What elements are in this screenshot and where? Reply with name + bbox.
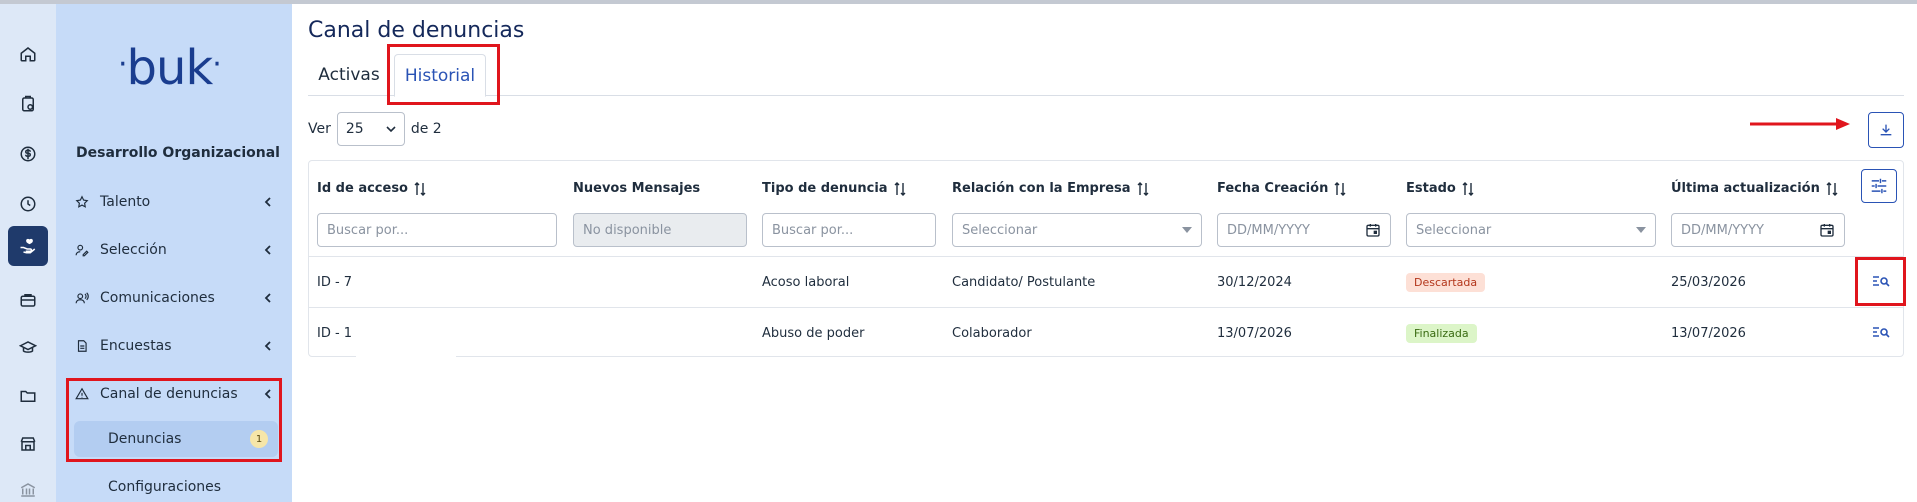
page-title: Canal de denuncias [308,18,525,43]
sort-icon[interactable] [414,181,426,196]
hand-heart-icon[interactable] [8,226,48,266]
filter-nuevos-mensajes-disabled: No disponible [573,213,747,247]
sidebar-subitem-denuncias[interactable]: Denuncias 1 [74,421,278,457]
cell-id: ID - 7 [317,257,457,307]
tab-historial[interactable]: Historial [394,54,486,97]
bank-icon[interactable] [8,470,48,502]
briefcase-icon[interactable] [8,280,48,320]
clipboard-clock-icon[interactable] [8,84,48,124]
cell-ultima-actualizacion: 13/07/2026 [1671,325,1746,341]
warning-icon [74,386,90,402]
sidebar-subitem-label: Configuraciones [108,479,222,495]
sort-icon[interactable] [1462,181,1474,196]
filter-estado-select[interactable]: Seleccionar [1406,213,1656,247]
home-icon[interactable] [8,34,48,74]
user-broadcast-icon [74,290,90,306]
graduation-cap-icon[interactable] [8,328,48,368]
calendar-icon[interactable] [1365,222,1381,238]
sort-icon[interactable] [1826,181,1838,196]
cell-id: ID - 1 [317,308,457,358]
sort-icon[interactable] [1137,181,1149,196]
column-settings-button[interactable] [1861,169,1897,203]
column-header-fecha-creacion[interactable]: Fecha Creación [1217,181,1346,196]
column-header-estado[interactable]: Estado [1406,181,1474,196]
sidebar-item-label: Selección [100,242,167,258]
pagination-control: Ver 25 de 2 [308,112,442,146]
sidebar-item-talento[interactable]: Talento [74,187,274,217]
sidebar-item-label: Canal de denuncias [100,386,238,402]
chevron-left-icon [264,293,271,303]
column-header-id[interactable]: Id de acceso [317,181,426,196]
pagination-prefix: Ver [308,121,331,137]
chevron-left-icon [264,341,271,351]
chevron-left-icon [264,389,271,399]
sidebar-item-label: Encuestas [100,338,172,354]
view-detail-icon[interactable] [1872,325,1890,339]
cell-fecha-creacion: 30/12/2024 [1217,274,1292,290]
denuncias-table: Id de acceso Nuevos Mensajes Tipo de den… [308,160,1904,358]
clock-icon[interactable] [8,184,48,224]
column-header-relacion[interactable]: Relación con la Empresa [952,181,1149,196]
sidebar-subitem-label: Denuncias [108,431,182,447]
filter-relacion-select[interactable]: Seleccionar [952,213,1202,247]
buk-logo[interactable]: ·buk· [118,40,222,96]
cell-tipo: Acoso laboral [762,274,850,290]
star-icon [74,194,90,210]
chevron-left-icon [264,197,271,207]
annotation-arrow [1750,118,1850,130]
store-icon[interactable] [8,424,48,464]
table-row: ID - 1 Abuso de poder Colaborador 13/07/… [309,307,1903,358]
section-title: Desarrollo Organizacional [76,145,280,161]
sidebar: ·buk· Desarrollo Organizacional Talento … [56,4,292,502]
dropdown-caret-icon [1182,227,1192,233]
cell-tipo: Abuso de poder [762,325,865,341]
sort-icon[interactable] [894,181,906,196]
sidebar-item-comunicaciones[interactable]: Comunicaciones [74,283,274,313]
sidebar-subitem-configuraciones[interactable]: Configuraciones [74,469,278,502]
redacted-block [356,257,457,307]
filter-id-input[interactable]: Buscar por... [317,213,557,247]
chevron-left-icon [264,245,271,255]
column-header-nuevos-mensajes: Nuevos Mensajes [573,181,701,196]
sidebar-item-canal-de-denuncias[interactable]: Canal de denuncias [74,379,274,409]
pagination-suffix: de 2 [410,121,442,137]
filter-ultima-actualizacion-input[interactable]: DD/MM/YYYY [1671,213,1845,247]
page-size-select[interactable]: 25 [336,112,405,146]
sidebar-item-seleccion[interactable]: Selección [74,235,274,265]
filter-fecha-creacion-input[interactable]: DD/MM/YYYY [1217,213,1391,247]
sidebar-item-encuestas[interactable]: Encuestas [74,331,274,361]
chevron-down-icon [386,126,396,133]
user-pen-icon [74,242,90,258]
download-button[interactable] [1868,112,1904,148]
calendar-icon[interactable] [1819,222,1835,238]
tab-bar: Activas Historial [308,54,1904,97]
folder-icon[interactable] [8,376,48,416]
download-icon [1880,124,1892,136]
sidebar-item-label: Talento [100,194,151,210]
status-badge: Descartada [1406,272,1486,292]
column-header-tipo[interactable]: Tipo de denuncia [762,181,906,196]
filter-tipo-input[interactable]: Buscar por... [762,213,936,247]
cell-estado: Descartada [1406,257,1486,307]
cell-estado: Finalizada [1406,308,1477,358]
document-icon [74,338,90,354]
redacted-block [356,308,457,358]
cell-relacion: Candidato/ Postulante [952,274,1096,290]
sliders-icon [1871,178,1887,194]
sidebar-item-label: Comunicaciones [100,290,215,306]
table-row: ID - 7 Acoso laboral Candidato/ Postulan… [309,256,1903,307]
dollar-icon[interactable] [8,134,48,174]
dropdown-caret-icon [1636,227,1646,233]
view-detail-icon[interactable] [1872,274,1890,288]
sort-icon[interactable] [1334,181,1346,196]
page-size-value: 25 [345,121,364,137]
cell-relacion: Colaborador [952,325,1032,341]
notification-count-badge: 1 [250,430,268,448]
icon-rail [0,4,56,502]
tab-activas[interactable]: Activas [308,54,390,96]
status-badge: Finalizada [1406,323,1477,343]
cell-ultima-actualizacion: 25/03/2026 [1671,274,1746,290]
column-header-ultima-actualizacion[interactable]: Última actualización [1671,181,1838,196]
cell-fecha-creacion: 13/07/2026 [1217,325,1292,341]
